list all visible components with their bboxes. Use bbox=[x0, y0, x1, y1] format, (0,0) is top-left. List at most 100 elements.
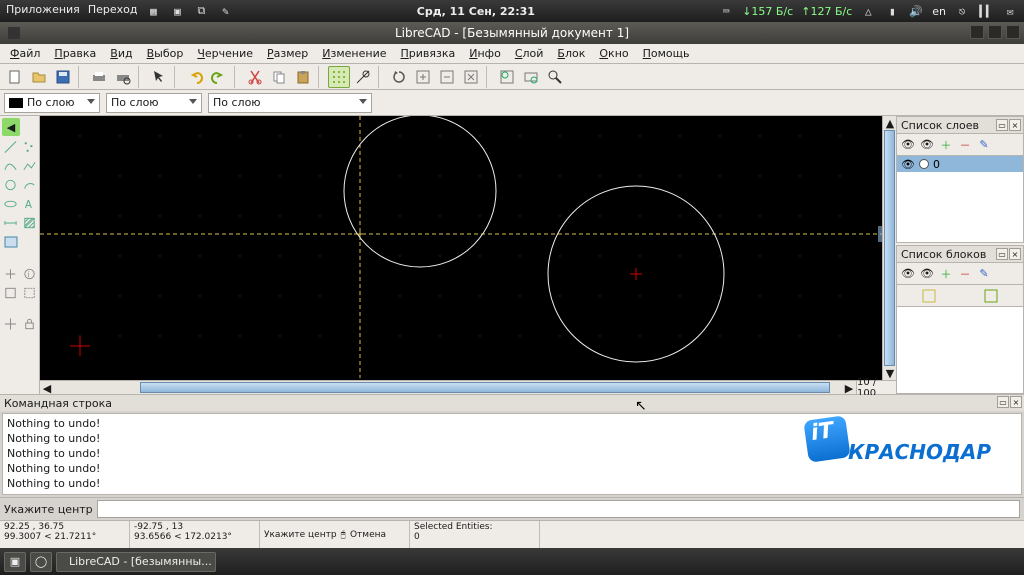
keyboard-icon[interactable]: ⌨ bbox=[718, 3, 734, 19]
cmd-close-button[interactable]: × bbox=[1010, 396, 1022, 408]
menu-edit[interactable]: Правка bbox=[48, 46, 102, 61]
zoom-pan-button[interactable] bbox=[544, 66, 566, 88]
bluetooth-icon[interactable]: ⎋ bbox=[954, 3, 970, 19]
places-menu[interactable]: Переход bbox=[88, 3, 138, 19]
terminal-icon[interactable]: ▣ bbox=[169, 3, 185, 19]
eye-icon[interactable]: 👁 bbox=[901, 158, 915, 171]
window-maximize-button[interactable] bbox=[988, 25, 1002, 39]
layer-add-button[interactable]: ＋ bbox=[937, 136, 955, 154]
volume-icon[interactable]: 🔊 bbox=[908, 3, 924, 19]
block-create-button[interactable] bbox=[982, 287, 1000, 305]
layer-hide-icon[interactable]: 👁 bbox=[918, 136, 936, 154]
linewidth-select[interactable]: По слою bbox=[106, 93, 202, 113]
image-tool[interactable] bbox=[2, 233, 20, 251]
back-tool-button[interactable]: ◀ bbox=[2, 118, 20, 136]
modify-tool[interactable] bbox=[2, 265, 19, 282]
circle-tool[interactable] bbox=[2, 176, 19, 193]
zoom-out-button[interactable] bbox=[436, 66, 458, 88]
new-button[interactable] bbox=[4, 66, 26, 88]
arc-tool[interactable] bbox=[21, 176, 38, 193]
zoom-previous-button[interactable] bbox=[496, 66, 518, 88]
cmd-undock-button[interactable]: ▭ bbox=[997, 396, 1009, 408]
dimension-tool[interactable] bbox=[2, 214, 19, 231]
edit-icon[interactable]: ✎ bbox=[217, 3, 233, 19]
menu-help[interactable]: Помощь bbox=[637, 46, 696, 61]
lang-indicator[interactable]: en bbox=[932, 5, 946, 18]
ellipse-tool[interactable] bbox=[2, 195, 19, 212]
clock[interactable]: Срд, 11 Сен, 22:31 bbox=[233, 5, 718, 18]
apps-menu[interactable]: Приложения bbox=[6, 3, 80, 19]
lock-tool[interactable] bbox=[21, 315, 38, 332]
line-tool[interactable] bbox=[2, 138, 19, 155]
block-tool[interactable] bbox=[2, 284, 19, 301]
cut-button[interactable] bbox=[244, 66, 266, 88]
layer-row[interactable]: 👁 0 bbox=[897, 156, 1023, 172]
vlc-icon[interactable]: △ bbox=[860, 3, 876, 19]
window-close-button[interactable] bbox=[1006, 25, 1020, 39]
hatch-tool[interactable] bbox=[21, 214, 38, 231]
polyline-tool[interactable] bbox=[21, 157, 38, 174]
blocks-close-button[interactable]: × bbox=[1009, 248, 1021, 260]
command-panel-header[interactable]: Командная строка ▭× bbox=[0, 395, 1024, 411]
draft-mode-button[interactable] bbox=[352, 66, 374, 88]
linetype-select[interactable]: По слою bbox=[208, 93, 372, 113]
blocks-undock-button[interactable]: ▭ bbox=[996, 248, 1008, 260]
block-add-button[interactable]: ＋ bbox=[937, 265, 955, 283]
print-button[interactable] bbox=[88, 66, 110, 88]
save-button[interactable] bbox=[52, 66, 74, 88]
color-select[interactable]: По слою bbox=[4, 93, 100, 113]
menu-select[interactable]: Выбор bbox=[141, 46, 190, 61]
window-minimize-button[interactable] bbox=[970, 25, 984, 39]
point-tool[interactable] bbox=[21, 138, 38, 155]
layer-show-icon[interactable]: 👁 bbox=[899, 136, 917, 154]
copy-button[interactable] bbox=[268, 66, 290, 88]
menu-block[interactable]: Блок bbox=[551, 46, 591, 61]
block-edit-button[interactable]: ✎ bbox=[975, 265, 993, 283]
zoom-redraw-button[interactable] bbox=[388, 66, 410, 88]
filemanager-icon[interactable]: ▦ bbox=[145, 3, 161, 19]
window-titlebar[interactable]: LibreCAD - [Безымянный документ 1] bbox=[0, 22, 1024, 44]
menu-modify[interactable]: Изменение bbox=[316, 46, 392, 61]
text-tool[interactable]: A bbox=[21, 195, 38, 212]
monitor-icon[interactable]: ⧉ bbox=[193, 3, 209, 19]
layers-undock-button[interactable]: ▭ bbox=[996, 119, 1008, 131]
select-tool[interactable] bbox=[21, 284, 38, 301]
battery-icon[interactable]: ▮ bbox=[884, 3, 900, 19]
print-preview-button[interactable] bbox=[112, 66, 134, 88]
menu-window[interactable]: Окно bbox=[593, 46, 634, 61]
grid-toggle-button[interactable] bbox=[328, 66, 350, 88]
redo-button[interactable] bbox=[208, 66, 230, 88]
zoom-auto-button[interactable] bbox=[460, 66, 482, 88]
blocks-panel-header[interactable]: Список блоков ▭× bbox=[896, 245, 1024, 263]
canvas-hscrollbar[interactable]: ◀▶ bbox=[40, 380, 856, 394]
block-remove-button[interactable]: － bbox=[956, 265, 974, 283]
command-input[interactable] bbox=[97, 500, 1020, 518]
menu-info[interactable]: Инфо bbox=[463, 46, 507, 61]
mail-icon[interactable]: ✉ bbox=[1002, 3, 1018, 19]
pointer-button[interactable] bbox=[148, 66, 170, 88]
block-hide-icon[interactable]: 👁 bbox=[918, 265, 936, 283]
block-insert-button[interactable] bbox=[920, 287, 938, 305]
canvas-vscrollbar[interactable]: ▲▼ bbox=[882, 116, 896, 380]
menu-draw[interactable]: Черчение bbox=[191, 46, 259, 61]
zoom-window-button[interactable] bbox=[520, 66, 542, 88]
taskbar-task-librecad[interactable]: LibreCAD - [безымянны... bbox=[56, 552, 216, 572]
open-button[interactable] bbox=[28, 66, 50, 88]
taskbar-launcher[interactable]: ◯ bbox=[30, 552, 52, 572]
spline-tool[interactable] bbox=[2, 157, 19, 174]
paste-button[interactable] bbox=[292, 66, 314, 88]
snap-tool[interactable] bbox=[2, 315, 19, 332]
layers-panel-header[interactable]: Список слоев ▭× bbox=[896, 116, 1024, 134]
command-log[interactable]: Nothing to undo! Nothing to undo! Nothin… bbox=[2, 413, 1022, 495]
blocks-list[interactable] bbox=[896, 307, 1024, 394]
block-show-icon[interactable]: 👁 bbox=[899, 265, 917, 283]
show-desktop-button[interactable]: ▣ bbox=[4, 552, 26, 572]
menu-view[interactable]: Вид bbox=[104, 46, 138, 61]
layer-edit-button[interactable]: ✎ bbox=[975, 136, 993, 154]
menu-layer[interactable]: Слой bbox=[509, 46, 550, 61]
network-icon[interactable]: ▍▍ bbox=[978, 3, 994, 19]
info-tool[interactable]: i bbox=[21, 265, 38, 282]
zoom-in-button[interactable] bbox=[412, 66, 434, 88]
layer-remove-button[interactable]: － bbox=[956, 136, 974, 154]
layers-close-button[interactable]: × bbox=[1009, 119, 1021, 131]
